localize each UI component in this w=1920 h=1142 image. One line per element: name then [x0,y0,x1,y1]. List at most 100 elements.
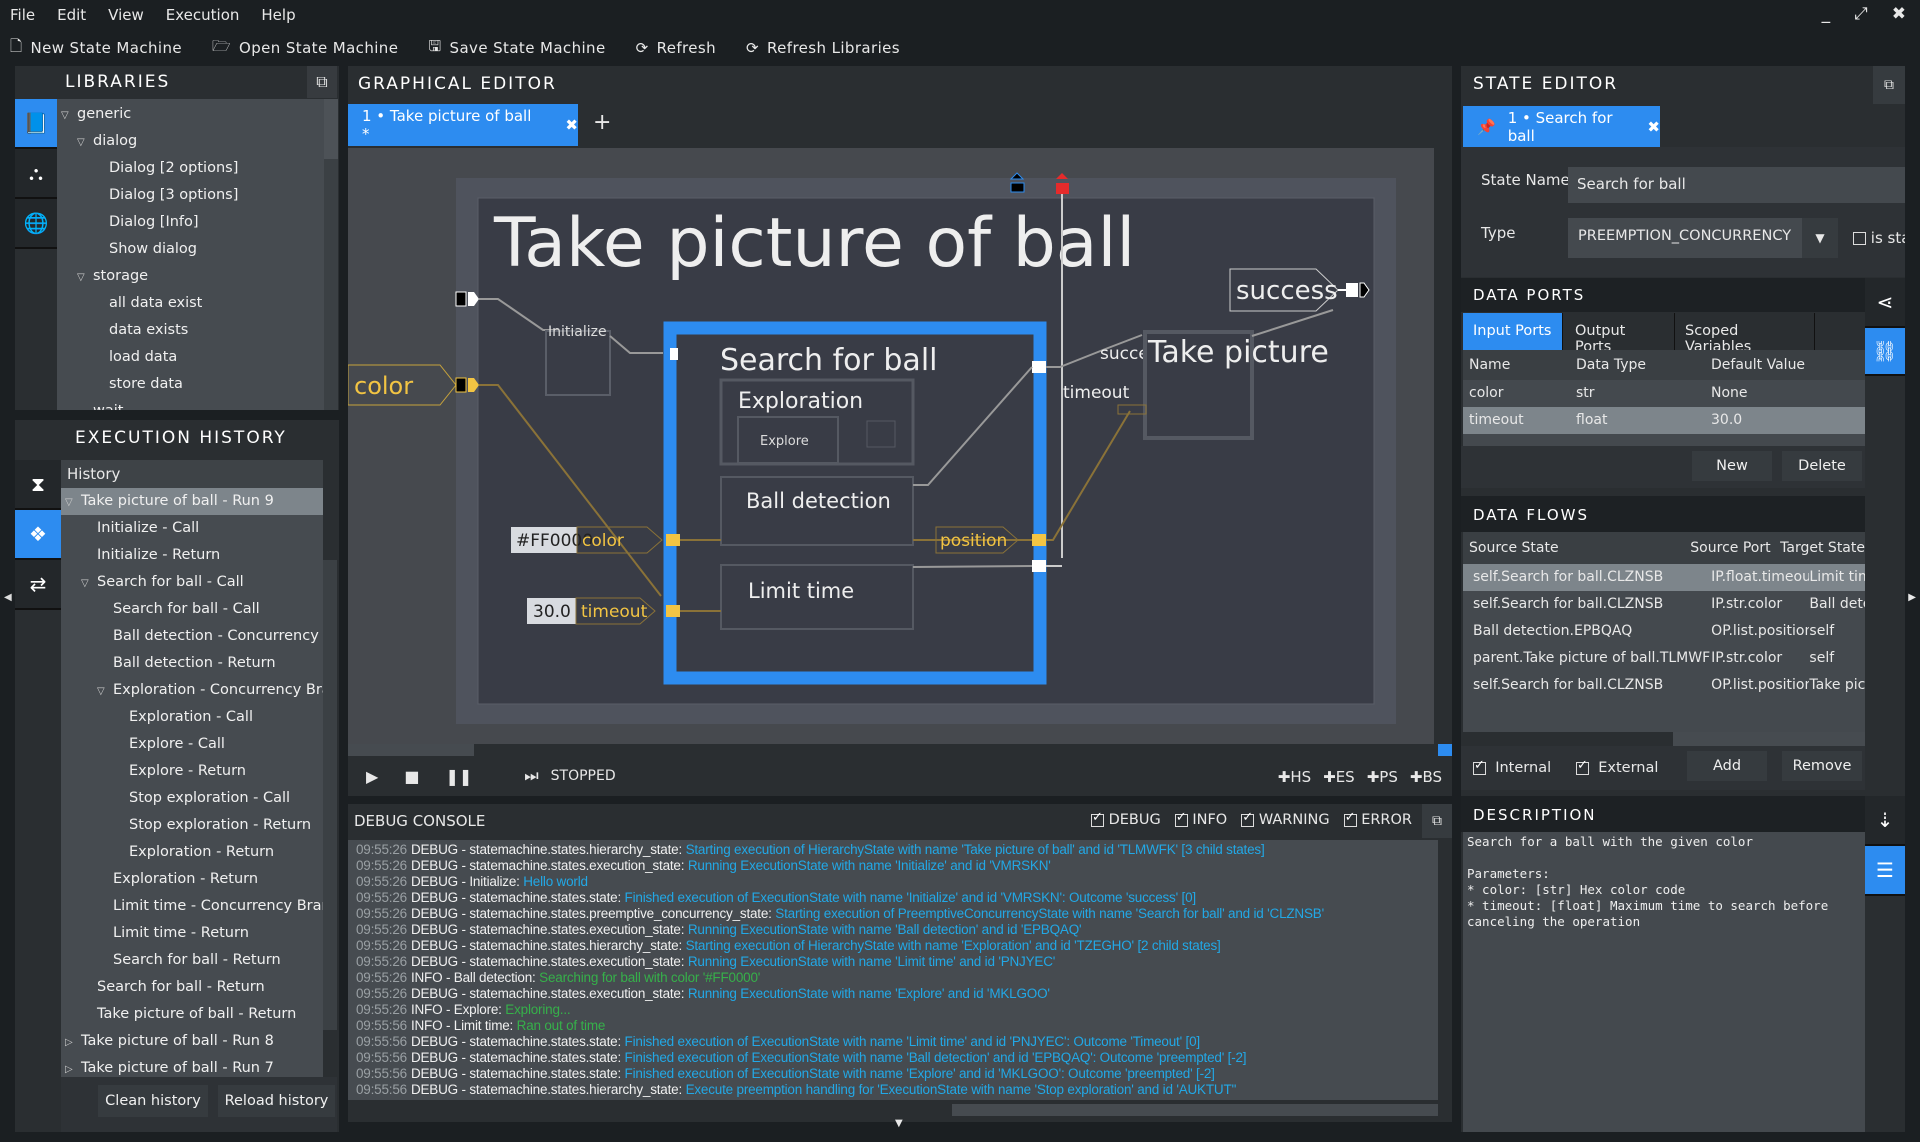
canvas-hscrollbar[interactable] [348,744,474,756]
history-item[interactable]: Limit time - Concurrency Branch [61,893,323,920]
undock-icon[interactable]: ⧉ [1422,804,1452,838]
side-tab-link[interactable]: ⛓ [1865,328,1905,376]
history-item[interactable]: ▽ Take picture of ball - Run 9 [61,488,323,515]
collapse-bottom-icon[interactable]: ▼ [895,1118,903,1129]
filter-warning[interactable]: WARNING [1241,810,1330,828]
dropdown-icon[interactable]: ▼ [1802,218,1838,258]
library-item[interactable]: data exists [57,317,324,344]
history-item[interactable]: Stop exploration - Call [61,785,323,812]
add-preemptive-state-button[interactable]: ✚PS [1367,768,1398,786]
data-port-row[interactable]: timeout float 30.0 [1463,407,1865,434]
history-item[interactable]: Explore - Return [61,758,323,785]
undock-icon[interactable]: ⧉ [307,66,337,98]
history-tab-hourglass[interactable]: ⧗ [15,460,61,510]
filter-info[interactable]: INFO [1174,810,1227,828]
remove-flow-button[interactable]: Remove [1782,751,1862,781]
editor-tab-take-picture[interactable]: 1 • Take picture of ball * ✖ [348,104,578,146]
menu-help[interactable]: Help [261,6,295,24]
tab-scoped-variables[interactable]: Scoped Variables [1675,313,1815,355]
library-tab-tree[interactable]: ⛬ [15,149,57,199]
library-item[interactable]: all data exist [57,290,324,317]
library-scrollbar[interactable] [324,99,338,410]
side-tab-sort[interactable]: ⇣ [1865,796,1905,846]
history-item[interactable]: Explore - Call [61,731,323,758]
library-item[interactable]: ▽ storage [57,263,324,290]
history-item[interactable]: Exploration - Return [61,866,323,893]
side-tab-text[interactable]: ☰ [1865,846,1905,896]
tab-input-ports[interactable]: Input Ports [1463,313,1563,350]
side-tab-share[interactable]: ⋖ [1865,278,1905,328]
close-icon[interactable]: ✖ [1892,4,1906,24]
expand-icon[interactable]: ▽ [97,678,113,705]
history-item[interactable]: Exploration - Call [61,704,323,731]
maximize-icon[interactable]: ⤢ [1854,4,1868,24]
library-tab-globe[interactable]: 🌐 [15,199,57,249]
refresh-button[interactable]: ⟳ Refresh [636,39,716,57]
type-select[interactable]: PREEMPTION_CONCURRENCY ▼ [1568,218,1838,258]
filter-error[interactable]: ERROR [1343,810,1412,828]
history-item[interactable]: ▷ Take picture of ball - Run 7 [61,1055,323,1077]
history-tab-transfer[interactable]: ⇄ [15,560,61,610]
new-state-machine-button[interactable]: 🗋 New State Machine [10,36,182,61]
expand-icon[interactable]: ▽ [81,570,97,597]
state-editor-tab[interactable]: 📌 1 • Search for ball ✖ [1463,106,1660,147]
history-item[interactable]: Exploration - Return [61,839,323,866]
save-state-machine-button[interactable]: 🖫 Save State Machine [428,36,605,61]
step-forward-button[interactable]: ⏭ [524,766,538,786]
state-machine-diagram[interactable]: Take picture of ball color Initialize Se… [348,148,1434,744]
console-output[interactable]: 09:55:26 DEBUG - statemachine.states.hier… [348,840,1438,1100]
description-textarea[interactable]: Search for a ball with the given color P… [1463,832,1865,1132]
collapse-icon[interactable]: ▷ [65,1056,81,1077]
history-item[interactable]: Stop exploration - Return [61,812,323,839]
history-item[interactable]: Initialize - Call [61,515,323,542]
data-flow-row[interactable]: Ball detection.EPBQAQ OP.list.position sel… [1463,618,1865,645]
history-item[interactable]: ▽ Search for ball - Call [61,569,323,596]
expand-icon[interactable]: ▽ [61,102,77,129]
data-flows-hscrollbar[interactable] [1673,732,1865,746]
library-item[interactable]: Dialog [2 options] [57,155,324,182]
expand-icon[interactable]: ▽ [77,129,93,156]
internal-checkbox[interactable]: Internal [1473,758,1551,776]
add-barrier-state-button[interactable]: ✚BS [1410,768,1442,786]
stop-button[interactable]: ■ [404,767,419,786]
close-tab-icon[interactable]: ✖ [1647,118,1660,136]
history-tab-cubes[interactable]: ❖ [15,510,61,560]
collapse-left-icon[interactable]: ◀ [4,592,12,603]
history-item[interactable]: Initialize - Return [61,542,323,569]
filter-debug[interactable]: DEBUG [1090,810,1161,828]
state-name-input[interactable]: Search for ball [1568,167,1905,203]
external-checkbox[interactable]: External [1576,758,1658,776]
history-item[interactable]: Search for ball - Return [61,974,323,1001]
history-item[interactable]: Ball detection - Return [61,650,323,677]
library-item[interactable]: store data [57,371,324,398]
data-flow-row[interactable]: self.Search for ball.CLZNSB IP.str.color B… [1463,591,1865,618]
menu-execution[interactable]: Execution [166,6,240,24]
undock-icon[interactable]: ⧉ [1873,66,1905,104]
refresh-libraries-button[interactable]: ⟳ Refresh Libraries [746,39,900,57]
data-flow-row[interactable]: parent.Take picture of ball.TLMWFK IP.str… [1463,645,1865,672]
library-item[interactable]: ▽ generic [57,101,324,128]
library-item[interactable]: Dialog [3 options] [57,182,324,209]
canvas[interactable]: Take picture of ball color Initialize Se… [348,148,1434,744]
play-button[interactable]: ▶ [366,767,378,786]
add-tab-button[interactable]: + [593,110,611,135]
history-item[interactable]: ▽Exploration - Concurrency Branch [61,677,323,704]
add-execution-state-button[interactable]: ✚ES [1323,768,1355,786]
console-hscrollbar[interactable] [952,1104,1438,1116]
data-flow-row[interactable]: self.Search for ball.CLZNSB OP.list.posit… [1463,672,1865,699]
data-flow-row[interactable]: self.Search for ball.CLZNSB IP.float.time… [1463,564,1865,591]
new-port-button[interactable]: New [1692,451,1772,481]
expand-icon[interactable]: ▽ [77,264,93,291]
history-scrollbar[interactable] [323,560,337,1030]
add-flow-button[interactable]: Add [1687,751,1767,781]
is-start-checkbox[interactable]: is start [1853,229,1905,247]
history-item[interactable]: Limit time - Return [61,920,323,947]
library-item[interactable]: Dialog [Info] [57,209,324,236]
close-tab-icon[interactable]: ✖ [565,116,578,134]
history-item[interactable]: Take picture of ball - Return [61,1001,323,1028]
minimize-icon[interactable]: _ [1822,4,1831,24]
menu-file[interactable]: File [10,6,35,24]
open-state-machine-button[interactable]: 🗁 Open State Machine [212,36,398,61]
clean-history-button[interactable]: Clean history [98,1085,208,1117]
library-item[interactable]: ▽ dialog [57,128,324,155]
